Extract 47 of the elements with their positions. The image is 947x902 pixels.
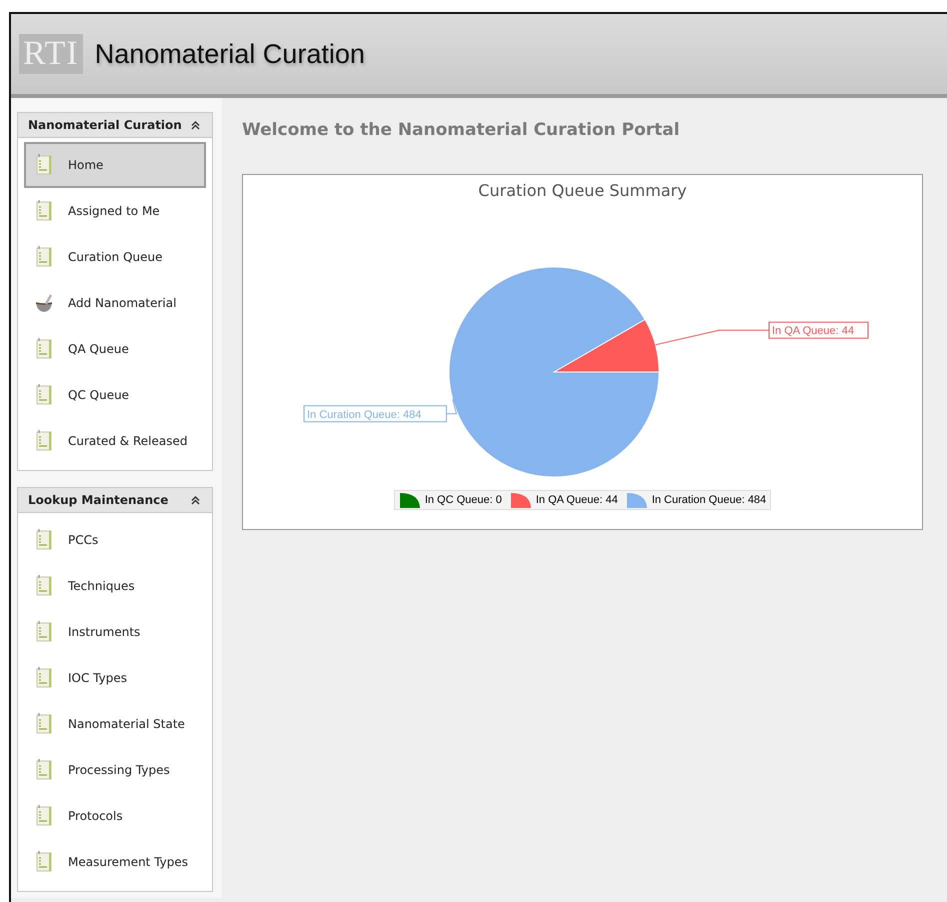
slice-label: In QA Queue: 44	[772, 325, 854, 338]
nav-item[interactable]: QC Queue	[24, 372, 206, 418]
slice-label: In Curation Queue: 484	[304, 405, 447, 422]
nav-item[interactable]: Techniques	[24, 563, 206, 609]
notepad-icon	[34, 246, 54, 268]
slice-label: In QA Queue: 44	[768, 322, 868, 339]
notepad-icon	[34, 759, 54, 781]
nav-item[interactable]: IOC Types	[24, 655, 206, 701]
nav-item[interactable]: Instruments	[24, 609, 206, 655]
notepad-icon	[34, 200, 54, 222]
legend-label: In Curation Queue: 484	[652, 494, 766, 506]
nav-item[interactable]: Protocols	[24, 793, 206, 839]
notepad-icon	[34, 851, 54, 873]
legend-label: In QA Queue: 44	[536, 494, 618, 506]
notepad-icon	[34, 338, 54, 360]
notepad-icon	[34, 805, 54, 827]
nav-item[interactable]: Measurement Types	[24, 839, 206, 885]
nav-item[interactable]: Add Nanomaterial	[24, 280, 206, 326]
notepad-icon	[34, 575, 54, 597]
collapse-icon[interactable]	[191, 496, 200, 504]
notepad-icon	[34, 529, 54, 551]
app-title: Nanomaterial Curation	[94, 38, 365, 70]
mortar-icon	[34, 292, 54, 314]
page-heading: Welcome to the Nanomaterial Curation Portal	[242, 120, 681, 140]
slice-label: In Curation Queue: 484	[307, 408, 422, 421]
notepad-icon	[34, 384, 54, 406]
nav-item[interactable]: Nanomaterial State	[24, 701, 206, 747]
leader-line	[446, 398, 458, 414]
chart-title: Curation Queue Summary	[478, 181, 687, 200]
nav-item[interactable]: Curated & Released	[24, 418, 206, 464]
panel-header[interactable]: Lookup Maintenance	[18, 488, 212, 513]
nav-item[interactable]: Home	[24, 142, 206, 188]
nav-item[interactable]: Processing Types	[24, 747, 206, 793]
notepad-icon	[34, 154, 54, 176]
notepad-icon	[34, 621, 54, 643]
collapse-icon[interactable]	[191, 120, 200, 130]
notepad-icon	[34, 667, 54, 689]
nav-item[interactable]: PCCs	[24, 517, 206, 563]
notepad-icon	[34, 713, 54, 735]
legend-label: In QC Queue: 0	[424, 494, 502, 506]
nav-item[interactable]: Assigned to Me	[24, 188, 206, 234]
panel-title: Lookup Maintenance	[28, 493, 168, 507]
panel-title: Nanomaterial Curation	[28, 118, 182, 132]
nav-item[interactable]: Curation Queue	[24, 234, 206, 280]
notepad-icon	[34, 430, 54, 452]
nav-item[interactable]: QA Queue	[24, 326, 206, 372]
panel-header[interactable]: Nanomaterial Curation	[18, 113, 212, 138]
